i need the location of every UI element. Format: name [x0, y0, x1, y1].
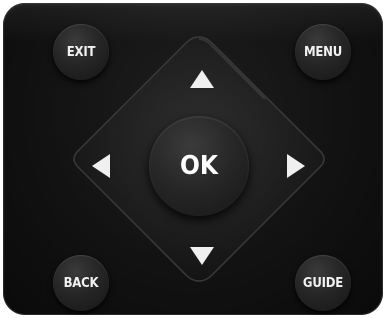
image-frame: EXIT MENU BACK GUIDE OK [0, 0, 386, 318]
arrow-down-icon[interactable] [190, 247, 214, 265]
back-button[interactable]: BACK [53, 255, 109, 311]
arrow-up-icon[interactable] [190, 70, 214, 88]
arrow-left-icon[interactable] [92, 154, 110, 178]
ok-button[interactable]: OK [149, 116, 249, 216]
guide-button[interactable]: GUIDE [295, 255, 351, 311]
remote-control-panel: EXIT MENU BACK GUIDE OK [3, 3, 383, 315]
arrow-right-icon[interactable] [287, 154, 305, 178]
menu-button[interactable]: MENU [295, 24, 351, 80]
exit-button[interactable]: EXIT [53, 24, 109, 80]
